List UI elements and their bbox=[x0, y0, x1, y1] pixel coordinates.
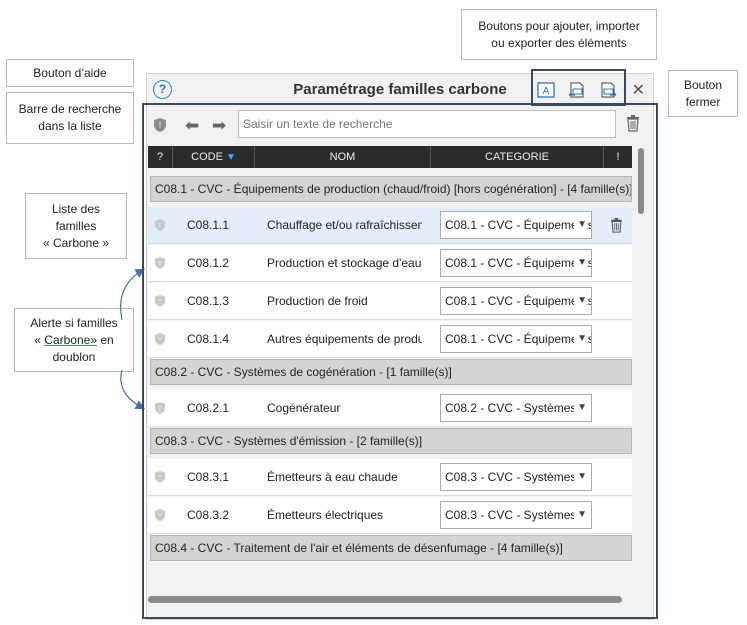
group-header[interactable]: C08.2 - CVC - Systèmes de cogénération -… bbox=[150, 359, 632, 385]
shield-icon: ! bbox=[154, 508, 166, 527]
column-header-nom[interactable]: NOM bbox=[255, 146, 431, 168]
row-nom[interactable]: Autres équipements de production bbox=[267, 332, 422, 346]
category-select[interactable]: C08.1 - CVC - Équipements ▼ bbox=[440, 249, 592, 277]
shield-icon: ! bbox=[154, 118, 166, 132]
shield-icon: ! bbox=[154, 294, 166, 313]
category-select[interactable]: C08.2 - CVC - Systèmes ▼ bbox=[440, 394, 592, 422]
column-header-alert[interactable]: ? bbox=[148, 146, 173, 168]
vertical-scrollbar-thumb[interactable] bbox=[638, 148, 644, 214]
trash-icon[interactable] bbox=[626, 115, 640, 132]
group-header[interactable]: C08.1 - CVC - Équipements de production … bbox=[150, 176, 632, 202]
category-select[interactable]: C08.1 - CVC - Équipements ▼ bbox=[440, 325, 592, 353]
svg-text:!: ! bbox=[159, 121, 161, 130]
arrow-left-icon[interactable]: ⬅ bbox=[185, 116, 199, 136]
svg-text:!: ! bbox=[159, 513, 161, 520]
column-header-categorie[interactable]: CATEGORIE bbox=[431, 146, 604, 168]
row-code: C08.1.1 bbox=[187, 218, 230, 232]
shield-icon: ! bbox=[154, 218, 166, 237]
table-row[interactable]: ! C08.3.2 Émetteurs électriques C08.3 - CVC… bbox=[148, 497, 632, 534]
svg-text:!: ! bbox=[159, 223, 161, 230]
close-icon[interactable]: ✕ bbox=[632, 80, 645, 100]
arrow-right-icon[interactable]: ➡ bbox=[212, 116, 226, 136]
row-nom[interactable]: Cogénérateur bbox=[267, 401, 422, 415]
row-code: C08.3.2 bbox=[187, 508, 230, 522]
search-bar: ! ⬅ ➡ bbox=[149, 107, 647, 143]
trash-icon[interactable] bbox=[610, 218, 623, 238]
svg-text:!: ! bbox=[159, 475, 161, 482]
row-code: C08.1.4 bbox=[187, 332, 230, 346]
family-list: C08.1 - CVC - Équipements de production … bbox=[148, 170, 632, 590]
table-row[interactable]: ! C08.1.3 Production de froid C08.1 - CVC -… bbox=[148, 283, 632, 320]
shield-icon: ! bbox=[154, 332, 166, 351]
svg-text:!: ! bbox=[159, 337, 161, 344]
alert-arrow-up bbox=[120, 268, 146, 321]
horizontal-scrollbar[interactable] bbox=[148, 596, 622, 603]
svg-text:!: ! bbox=[159, 299, 161, 306]
svg-text:!: ! bbox=[159, 406, 161, 413]
action-buttons-highlight bbox=[531, 69, 626, 106]
chevron-down-icon: ▼ bbox=[574, 395, 587, 421]
table-header: ? CODE ▼ NOM CATEGORIE ! bbox=[148, 146, 632, 168]
table-row[interactable]: ! C08.1.2 Production et stockage d'eau cha… bbox=[148, 245, 632, 282]
chevron-down-icon: ▼ bbox=[574, 502, 587, 528]
table-row[interactable]: ! C08.3.1 Émetteurs à eau chaude C08.3 - CV… bbox=[148, 459, 632, 496]
chevron-down-icon: ▼ bbox=[574, 326, 587, 352]
chevron-down-icon: ▼ bbox=[574, 250, 587, 276]
row-nom[interactable]: Chauffage et/ou rafraîchissement bbox=[267, 218, 422, 232]
chevron-down-icon: ▼ bbox=[574, 464, 587, 490]
row-nom[interactable]: Émetteurs électriques bbox=[267, 508, 422, 522]
shield-icon: ! bbox=[154, 401, 166, 420]
group-header[interactable]: C08.4 - CVC - Traitement de l'air et élé… bbox=[150, 535, 632, 561]
shield-icon: ! bbox=[154, 470, 166, 489]
category-select[interactable]: C08.1 - CVC - Équipements ▼ bbox=[440, 211, 592, 239]
row-code: C08.3.1 bbox=[187, 470, 230, 484]
svg-text:!: ! bbox=[159, 261, 161, 268]
category-select[interactable]: C08.1 - CVC - Équipements ▼ bbox=[440, 287, 592, 315]
search-input[interactable] bbox=[238, 110, 616, 138]
group-header[interactable]: C08.3 - CVC - Systèmes d'émission - [2 f… bbox=[150, 428, 632, 454]
category-select[interactable]: C08.3 - CVC - Systèmes ▼ bbox=[440, 463, 592, 491]
vertical-scrollbar[interactable] bbox=[635, 146, 647, 590]
row-code: C08.2.1 bbox=[187, 401, 230, 415]
table-row[interactable]: ! C08.1.1 Chauffage et/ou rafraîchissement… bbox=[148, 207, 632, 244]
column-header-warning[interactable]: ! bbox=[604, 146, 632, 168]
row-nom[interactable]: Émetteurs à eau chaude bbox=[267, 470, 422, 484]
shield-icon: ! bbox=[154, 256, 166, 275]
row-code: C08.1.3 bbox=[187, 294, 230, 308]
sort-desc-icon: ▼ bbox=[225, 152, 236, 163]
chevron-down-icon: ▼ bbox=[574, 212, 587, 238]
row-nom[interactable]: Production de froid bbox=[267, 294, 422, 308]
column-header-code[interactable]: CODE ▼ bbox=[173, 146, 255, 168]
table-row[interactable]: ! C08.2.1 Cogénérateur C08.2 - CVC - Systèm… bbox=[148, 390, 632, 427]
row-code: C08.1.2 bbox=[187, 256, 230, 270]
chevron-down-icon: ▼ bbox=[574, 288, 587, 314]
category-select[interactable]: C08.3 - CVC - Systèmes ▼ bbox=[440, 501, 592, 529]
alert-arrow-down bbox=[120, 369, 146, 410]
table-row[interactable]: ! C08.1.4 Autres équipements de production… bbox=[148, 321, 632, 358]
row-nom[interactable]: Production et stockage d'eau chaude bbox=[267, 256, 422, 270]
